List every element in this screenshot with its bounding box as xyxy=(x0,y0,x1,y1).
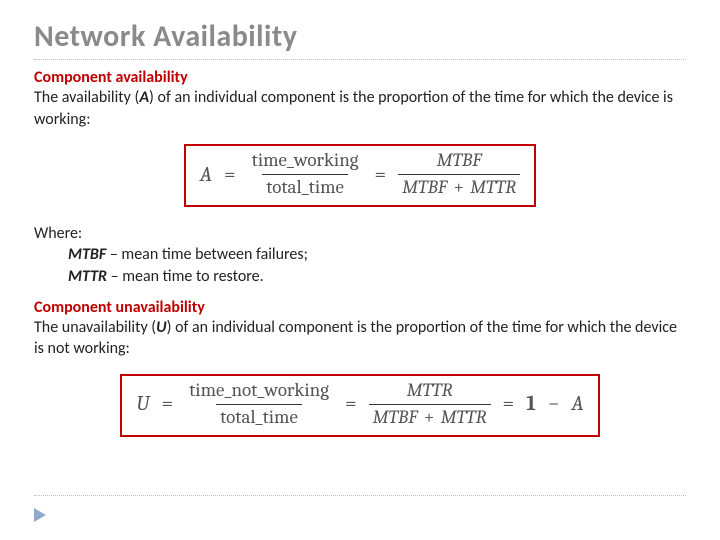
formula-unavailability-wrap: U = time_not_working total_time = MTTR M… xyxy=(34,368,686,443)
avail-var: A xyxy=(139,88,149,107)
mtbf-term: MTBF xyxy=(68,245,106,264)
f1-den2-b: MTTR xyxy=(470,176,516,198)
f2-den2-b: MTTR xyxy=(441,406,487,428)
f2-den1: total_time xyxy=(216,404,302,429)
f2-eq1: = xyxy=(159,392,175,416)
f2-frac1: time_not_working total_time xyxy=(185,380,333,429)
f1-num2: MTBF xyxy=(433,150,486,174)
mtbf-line: MTBF – mean time between failures; xyxy=(34,244,686,266)
footer-divider xyxy=(34,495,686,496)
f1-den2: MTBF + MTTR xyxy=(398,174,520,199)
play-icon xyxy=(34,508,46,522)
f1-frac1: time_working total_time xyxy=(248,150,363,199)
unavail-var: U xyxy=(156,318,166,337)
section-heading-availability: Component availability xyxy=(34,68,686,87)
f2-den2-plus: + xyxy=(422,406,437,428)
formula-availability-wrap: A = time_working total_time = MTBF MTBF … xyxy=(34,138,686,213)
f1-lhs: A xyxy=(200,163,212,187)
f2-lhs: U xyxy=(136,392,149,416)
where-block: Where: MTBF – mean time between failures… xyxy=(34,223,686,288)
mttr-line: MTTR – mean time to restore. xyxy=(34,266,686,288)
f2-den2: MTBF + MTTR xyxy=(369,404,491,429)
unavailability-definition: The unavailability (U) of an individual … xyxy=(34,317,686,360)
f2-num2: MTTR xyxy=(403,380,457,404)
f1-num1: time_working xyxy=(248,150,363,174)
formula-availability: A = time_working total_time = MTBF MTBF … xyxy=(200,150,520,199)
formula-availability-box: A = time_working total_time = MTBF MTBF … xyxy=(184,144,536,207)
f1-den2-a: MTBF xyxy=(402,176,447,198)
f2-frac2: MTTR MTBF + MTTR xyxy=(369,380,491,429)
avail-text-a: The availability ( xyxy=(34,88,139,107)
title-divider xyxy=(34,59,686,60)
section-heading-unavailability: Component unavailability xyxy=(34,298,686,317)
mtbf-def: – mean time between failures; xyxy=(106,245,308,264)
mttr-def: – mean time to restore. xyxy=(107,267,264,286)
f1-eq1: = xyxy=(222,163,238,187)
f2-eq3: = xyxy=(501,392,517,416)
formula-unavailability-box: U = time_not_working total_time = MTTR M… xyxy=(120,374,599,437)
f2-A: A xyxy=(571,392,583,416)
f1-den2-plus: + xyxy=(451,176,466,198)
f2-den2-a: MTBF xyxy=(373,406,418,428)
f1-eq2: = xyxy=(373,163,389,187)
f2-eq2: = xyxy=(343,392,359,416)
f1-den1: total_time xyxy=(262,174,348,199)
f2-num1: time_not_working xyxy=(185,380,333,404)
f2-one: 1 xyxy=(526,392,536,416)
formula-unavailability: U = time_not_working total_time = MTTR M… xyxy=(136,380,583,429)
where-label: Where: xyxy=(34,223,686,245)
unavail-text-a: The unavailability ( xyxy=(34,318,156,337)
f2-minus: − xyxy=(546,392,562,416)
mttr-term: MTTR xyxy=(68,267,107,286)
availability-definition: The availability (A) of an individual co… xyxy=(34,87,686,130)
f1-frac2: MTBF MTBF + MTTR xyxy=(398,150,520,199)
page-title: Network Availability xyxy=(34,18,686,55)
